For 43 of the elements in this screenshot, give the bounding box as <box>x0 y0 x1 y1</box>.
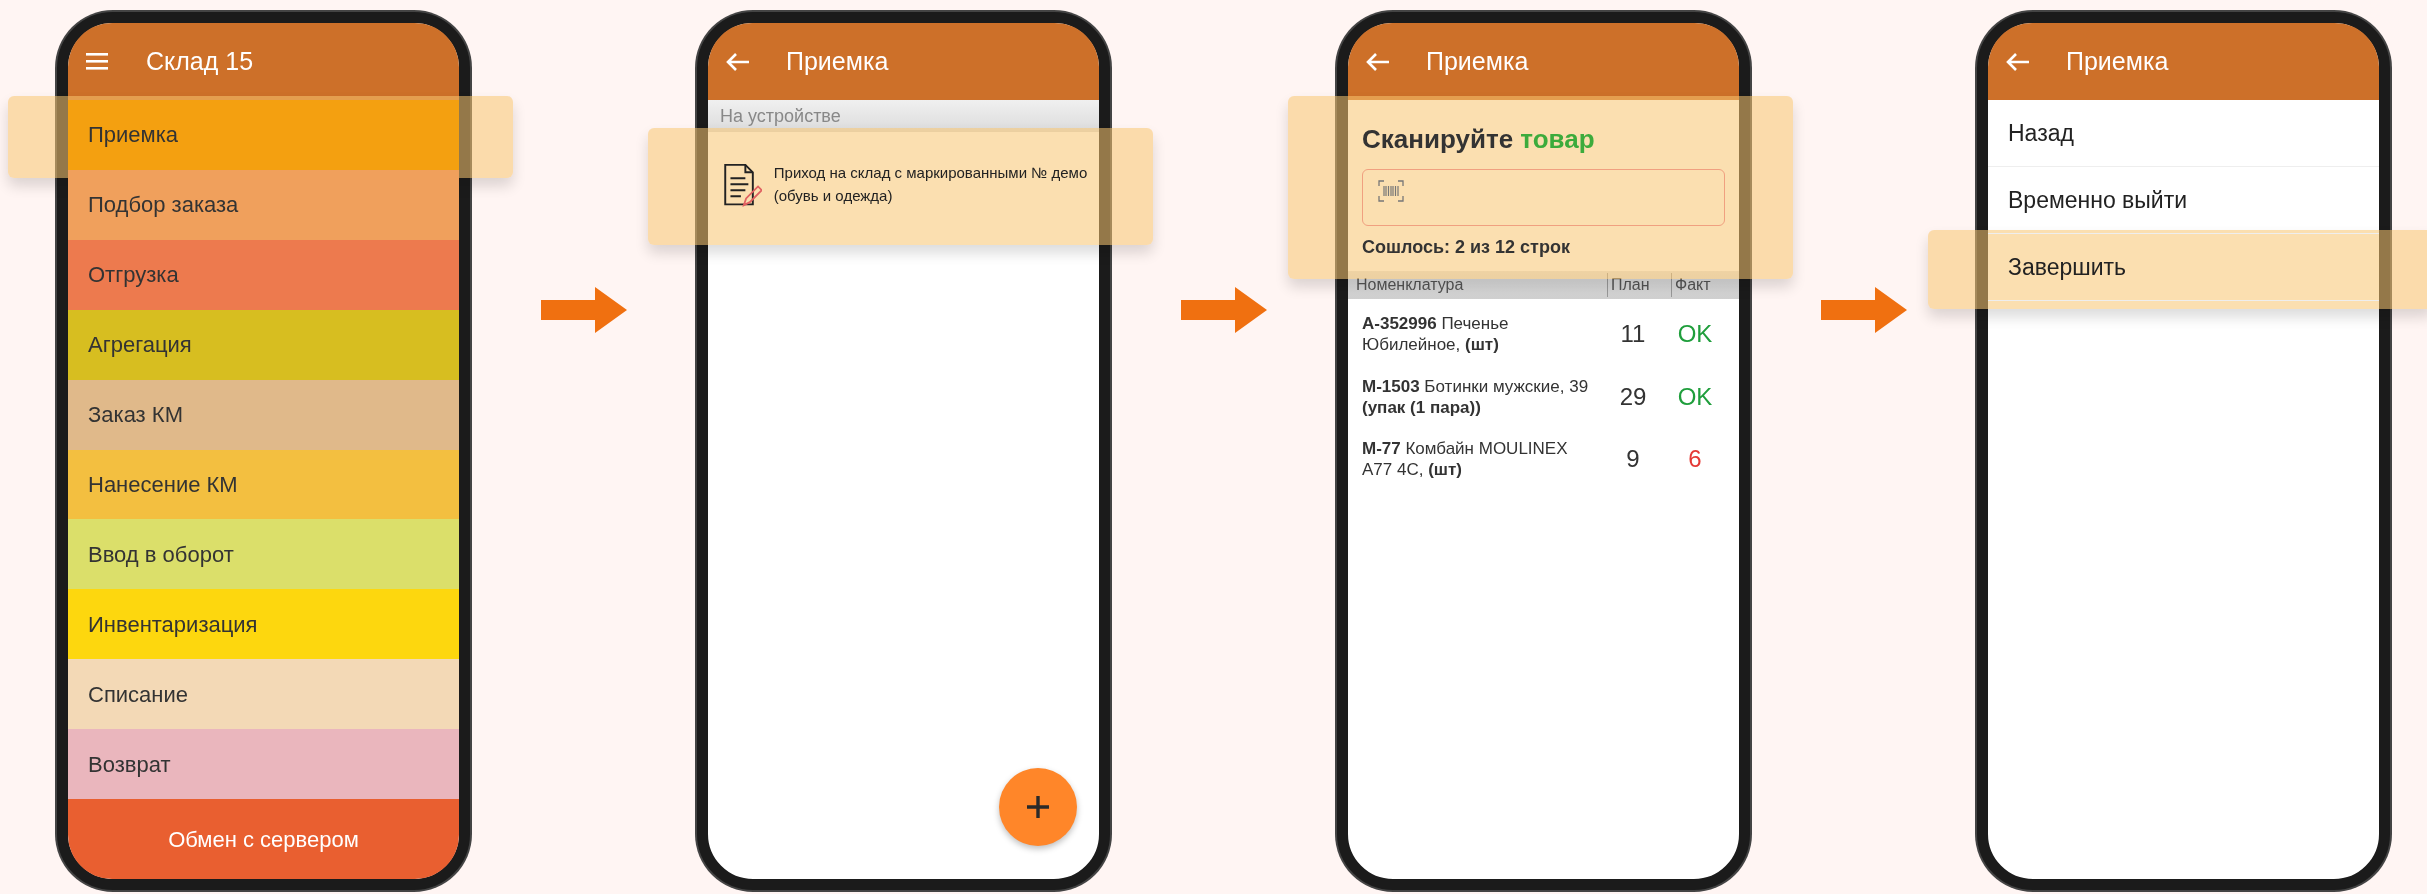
table-cell-text: 9 <box>1625 444 1641 475</box>
menu-item[interactable]: Назад <box>1988 100 2379 167</box>
menu-item[interactable]: Списание <box>68 659 459 730</box>
menu-item[interactable]: Приемка <box>68 99 459 170</box>
match-count: Сошлось: 2 из 12 строк <box>1362 236 1571 259</box>
right-arrow-icon <box>1180 287 1267 333</box>
barcode-icon <box>1378 180 1404 202</box>
table-cell-text: М-1503 Ботинки мужские, 39 (упак (1 пара)) <box>1362 375 1590 418</box>
table-cell-text: А-352996 Печенье Юбилейное, (шт) <box>1362 313 1510 356</box>
column-header: Номенклатура <box>1356 275 1465 295</box>
table-cell-text: OK <box>1676 319 1714 350</box>
table-cell-text: 29 <box>1618 381 1648 412</box>
back-arrow-icon[interactable] <box>2004 50 2032 73</box>
right-arrow-icon <box>1820 287 1907 333</box>
menu-item[interactable]: Заказ КМ <box>68 379 459 450</box>
document-title[interactable]: Приход на склад с маркированными № демо (обувь и одежда) <box>773 162 1099 207</box>
header-title: Приемка <box>2066 45 2169 77</box>
right-arrow-icon <box>540 287 627 333</box>
scan-field[interactable] <box>1362 169 1725 226</box>
header-title: Склад 15 <box>146 45 254 77</box>
menu-item[interactable]: Агрегация <box>68 309 459 380</box>
table-cell-text: OK <box>1676 381 1714 412</box>
plus-icon <box>1027 796 1049 818</box>
table-cell-text: 6 <box>1687 444 1703 475</box>
menu-item[interactable]: Инвентаризация <box>68 589 459 660</box>
header-title: Приемка <box>786 45 889 77</box>
menu-item[interactable]: Нанесение КМ <box>68 449 459 520</box>
scan-prompt: Сканируйте товар <box>1362 123 1596 156</box>
menu-item[interactable]: Отгрузка <box>68 239 459 310</box>
menu-item[interactable]: Завершить <box>1988 234 2379 301</box>
menu-item[interactable]: Подбор заказа <box>68 169 459 240</box>
header-title: Приемка <box>1426 45 1529 77</box>
table-cell-text: 11 <box>1619 319 1647 350</box>
menu-item[interactable]: Временно выйти <box>1988 167 2379 234</box>
back-arrow-icon[interactable] <box>1364 50 1392 73</box>
column-header: Факт <box>1671 273 1731 297</box>
menu-item[interactable]: Ввод в оборот <box>68 519 459 590</box>
menu-item[interactable]: Возврат <box>68 729 459 800</box>
table-cell-text: М-77 Комбайн MOULINEX А77 4С, (шт) <box>1362 438 1569 481</box>
add-button[interactable] <box>999 768 1077 846</box>
column-header: План <box>1607 273 1671 297</box>
section-header: На устройстве <box>708 100 1099 132</box>
back-arrow-icon[interactable] <box>724 50 752 73</box>
